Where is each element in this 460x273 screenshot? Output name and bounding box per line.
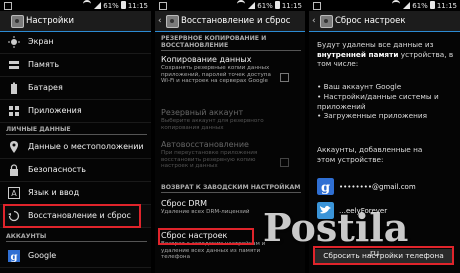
section-header-reset: ВОЗВРАТ К ЗАВОДСКИМ НАСТРОЙКАМ (161, 184, 301, 193)
back-arrow-icon[interactable]: ‹ (158, 16, 162, 26)
usb-icon (4, 2, 12, 10)
wifi-icon (392, 0, 401, 8)
settings-item-label: Google (28, 251, 57, 260)
option-title: Автовосстановление (161, 140, 249, 149)
settings-item-security[interactable]: Безопасность (0, 159, 151, 182)
accounts-text: Аккаунты, добавленные на этом устройстве… (317, 145, 423, 164)
signal-icon (403, 2, 411, 9)
settings-item-label: Экран (28, 37, 54, 46)
status-bar: 61% 11:15 (0, 0, 151, 11)
usb-icon (313, 2, 321, 10)
google-account-icon: g (317, 178, 334, 195)
settings-item-google[interactable]: g Google (0, 245, 151, 268)
backup-account-option[interactable]: Резервный аккаунт Выберите аккаунт для р… (161, 108, 301, 131)
page-title: Сброс настроек (335, 16, 406, 26)
action-bar: ‹ Сброс настроек (309, 11, 460, 32)
action-bar: Настройки (0, 11, 151, 32)
backup-data-checkbox[interactable] (280, 73, 289, 82)
svg-text:g: g (321, 181, 330, 196)
page-title: Настройки (26, 16, 75, 26)
option-description: При переустановке приложения восстановит… (161, 150, 258, 169)
back-arrow-icon[interactable]: ‹ (312, 16, 316, 26)
warning-text-bold: внутренней памяти (317, 49, 399, 59)
clock: 11:15 (436, 2, 457, 10)
wifi-icon (237, 0, 246, 8)
settings-item-location[interactable]: Данные о местоположении (0, 136, 151, 159)
wifi-icon (83, 0, 92, 8)
lock-icon (10, 164, 18, 176)
settings-screen: 61% 11:15 Настройки Экран Память Батарея … (0, 0, 151, 273)
location-icon (10, 141, 18, 153)
watermark-logo: Postila (263, 205, 409, 250)
status-bar: 61% 11:15 (155, 0, 305, 11)
svg-text:A: A (11, 189, 17, 198)
battery-icon (11, 82, 17, 94)
settings-item-label: Безопасность (28, 165, 86, 174)
signal-icon (94, 2, 102, 9)
settings-item-label: Память (28, 60, 60, 69)
option-description: Сохранять резервные копии данных приложе… (161, 65, 271, 84)
usb-icon (159, 2, 167, 10)
signal-icon (248, 2, 256, 9)
highlight-frame (158, 228, 254, 245)
settings-app-icon[interactable] (11, 15, 24, 28)
settings-item-language[interactable]: A Язык и ввод (0, 182, 151, 205)
option-title: Копирование данных (161, 55, 252, 64)
clock: 11:15 (127, 2, 148, 10)
watermark-suffix: .ru (367, 249, 380, 259)
apps-icon (9, 106, 19, 116)
language-icon: A (8, 187, 20, 199)
settings-item-battery[interactable]: Батарея (0, 77, 151, 100)
warning-text-part: Будут удалены все данные из (317, 40, 434, 49)
settings-app-icon[interactable] (166, 15, 179, 28)
storage-icon (9, 61, 19, 69)
battery-percent: 61% (103, 2, 119, 10)
clock: 11:15 (281, 2, 302, 10)
settings-item-label: Данные о местоположении (28, 142, 144, 151)
settings-item-label: Батарея (28, 83, 63, 92)
action-bar: ‹ Восстановление и сброс (155, 11, 305, 32)
section-header-accounts: АККАУНТЫ (6, 233, 147, 242)
google-account-email: ••••••••@gmail.com (339, 183, 416, 191)
settings-item-display[interactable]: Экран (0, 31, 151, 54)
svg-text:g: g (11, 252, 18, 262)
battery-icon (120, 1, 126, 9)
brightness-icon (8, 36, 20, 48)
page-title: Восстановление и сброс (181, 16, 291, 26)
settings-item-label: Приложения (28, 106, 82, 115)
settings-item-storage[interactable]: Память (0, 54, 151, 77)
settings-item-apps[interactable]: Приложения (0, 100, 151, 123)
battery-percent: 61% (257, 2, 273, 10)
section-header-personal: ЛИЧНЫЕ ДАННЫЕ (6, 126, 147, 135)
reset-bullet: • Загруженные приложения (317, 111, 427, 120)
reset-bullet: • Ваш аккаунт Google (317, 82, 402, 91)
settings-app-icon[interactable] (320, 15, 333, 28)
settings-item-label: Язык и ввод (28, 188, 80, 197)
section-header-backup: РЕЗЕРВНОЕ КОПИРОВАНИЕ И ВОССТАНОВЛЕНИЕ (161, 35, 301, 51)
option-title: Резервный аккаунт (161, 108, 244, 117)
battery-icon (274, 1, 280, 9)
reset-bullet: • Настройки/данные системы и приложений (317, 92, 439, 111)
google-icon: g (8, 250, 20, 262)
battery-percent: 61% (412, 2, 428, 10)
auto-restore-checkbox[interactable] (280, 158, 289, 167)
battery-icon (429, 1, 435, 9)
highlight-frame (3, 204, 141, 228)
reset-warning-text: Будут удалены все данные из внутренней п… (317, 40, 454, 69)
option-description: Выберите аккаунт для резервного копирова… (161, 118, 264, 131)
status-bar: 61% 11:15 (309, 0, 460, 11)
